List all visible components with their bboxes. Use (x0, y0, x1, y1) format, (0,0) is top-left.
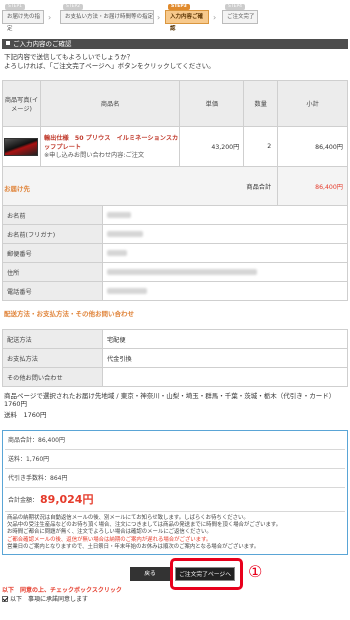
summary-cod-fee: 代引き手数料：864円 (5, 469, 345, 488)
cart-total-value: 86,400円 (277, 166, 348, 207)
agree-warning: 以下 同意の上、チェックボックスクリック (2, 587, 122, 594)
delivery-table: お名前 お名前(フリガナ) 郵便番号 住所 電話番号 (2, 205, 348, 301)
shipping-table: 配送方法 宅配便 お支払方法 代金引換 その他お問い合わせ (2, 329, 348, 387)
delivery-row: 電話番号 (2, 281, 348, 301)
step-4-number: STEP4 (225, 4, 246, 10)
product-photo-cell (2, 126, 41, 167)
shipping-label: その他お問い合わせ (2, 367, 103, 387)
summary-note: お時間ご都合に問題が無く、注文でよろしい場合は確認のメールにご返信ください。 (7, 529, 212, 536)
step-1: STEP1 お届け先の指定 (2, 4, 44, 32)
shipping-row: 配送方法 宅配便 (2, 329, 348, 349)
back-button[interactable]: 戻る (130, 567, 170, 581)
delivery-row: 郵便番号 (2, 243, 348, 263)
summary-note: ご都合確認メールの後、返信が無い場合は納期のご案内が遅れる場合がございます。 (7, 536, 212, 543)
summary-total-label: 合計金額： (8, 497, 39, 504)
delivery-row: 住所 (2, 262, 348, 282)
step-3-number: STEP3 (168, 4, 190, 10)
delivery-row: お名前(フリガナ) (2, 224, 348, 244)
delivery-value-redacted (102, 262, 348, 282)
shipping-area-note: 商品ページで選択されたお届け先地域 / 東京・神奈川・山梨・埼玉・群馬・千葉・茨… (4, 392, 336, 408)
summary-notes: 商品の納期状況は自動返信メールの後、別メールにてお知らせ致します。しばらくお待ち… (3, 512, 347, 554)
product-subtotal: 86,400円 (277, 126, 348, 167)
summary-total-value: 89,024円 (40, 493, 94, 506)
cart-total-label: 商品合計 (1, 166, 279, 207)
cart-total-row: 商品合計 86,400円 (1, 166, 348, 207)
step-arrow-icon: › (213, 13, 217, 22)
summary-shipping: 送料：1,760円 (5, 450, 345, 469)
step-3: STEP3 入力内容ご確認 (165, 4, 209, 32)
delivery-value-redacted (102, 205, 348, 225)
delivery-label: 住所 (2, 262, 103, 282)
confirm-title: ご入力内容のご確認 (13, 40, 72, 48)
step-bar: STEP1 お届け先の指定 › STEP2 お支払い方法・お届け時間等の指定 ›… (2, 2, 348, 32)
col-price: 単価 (179, 80, 245, 127)
col-subtotal: 小計 (277, 80, 348, 127)
summary-total: 合計金額： 89,024円 (5, 488, 345, 512)
shipping-value: 宅配便 (102, 329, 348, 349)
product-thumbnail[interactable] (4, 137, 39, 156)
cart-item-row: 輸出仕様 50 プリウス イルミネーションスカッフプレート ※申し込みお問い合わ… (2, 126, 348, 167)
step-4: STEP4 ご注文完了 (222, 4, 258, 24)
col-qty: 数量 (243, 80, 279, 127)
shipping-value (102, 367, 348, 387)
confirm-section-header: ご入力内容のご確認 (2, 39, 348, 49)
summary-note: 営業日のご案内となりますので、土日祭日・年末年始のお休みは順次のご案内となる場合… (7, 543, 260, 550)
step-4-label: ご注文完了 (227, 14, 255, 20)
col-photo: 商品写真(イメージ) (2, 80, 41, 127)
product-name-cell: 輸出仕様 50 プリウス イルミネーションスカッフプレート ※申し込みお問い合わ… (39, 126, 181, 167)
delivery-label: お名前(フリガナ) (2, 224, 103, 244)
shipping-label: お支払方法 (2, 348, 103, 368)
square-icon (6, 41, 10, 45)
step-2-label: お支払い方法・お届け時間等の指定 (65, 14, 154, 20)
shipping-fee-note: 送料 1760円 (4, 411, 47, 419)
shipping-label: 配送方法 (2, 329, 103, 349)
product-name[interactable]: 輸出仕様 50 プリウス イルミネーションスカッフプレート (44, 134, 179, 152)
delivery-label: お名前 (2, 205, 103, 225)
shipping-value: 代金引換 (102, 348, 348, 368)
step-arrow-icon: › (157, 13, 161, 22)
shipping-row: お支払方法 代金引換 (2, 348, 348, 368)
highlight-box (170, 558, 243, 590)
agree-checkbox[interactable] (2, 596, 8, 602)
confirm-intro-2: よろしければ、「ご注文完了ページへ」ボタンをクリックしてください。 (4, 62, 215, 70)
delivery-value-redacted (102, 243, 348, 263)
order-summary: 商品合計：86,400円 送料：1,760円 代引き手数料：864円 合計金額：… (2, 430, 348, 556)
shipping-row: その他お問い合わせ (2, 367, 348, 387)
agree-label[interactable]: 以下 事項に承諾同意します (10, 596, 88, 603)
delivery-row: お名前 (2, 205, 348, 225)
delivery-label: 郵便番号 (2, 243, 103, 263)
cart-header-row: 商品写真(イメージ) 商品名 単価 数量 小計 (2, 80, 348, 127)
confirm-intro-1: 下記内容で送信してもよろしいでしょうか？ (4, 53, 134, 61)
product-note: ※申し込みお問い合わせ内容:ご注文 (43, 151, 145, 159)
summary-subtotal: 商品合計：86,400円 (5, 431, 345, 450)
step-3-label: 入力内容ご確認 (170, 14, 204, 32)
step-marker-1: ① (248, 562, 263, 581)
delivery-value-redacted (102, 281, 348, 301)
agree-checkbox-row[interactable]: 以下 事項に承諾同意します (2, 594, 88, 603)
col-name: 商品名 (39, 80, 181, 127)
delivery-value-redacted (102, 224, 348, 244)
delivery-title: お届け先 (4, 185, 30, 193)
cart-table: 商品写真(イメージ) 商品名 単価 数量 小計 輸出仕様 50 プリウス イルミ… (1, 80, 348, 207)
step-1-label: お届け先の指定 (7, 14, 41, 32)
product-qty: 2 (243, 126, 279, 167)
shipping-title: 配送方法・お支払方法・その他お問い合わせ (4, 310, 134, 318)
step-2: STEP2 お支払い方法・お届け時間等の指定 (60, 4, 154, 24)
step-2-number: STEP2 (63, 4, 84, 10)
delivery-label: 電話番号 (2, 281, 103, 301)
step-1-number: STEP1 (5, 4, 26, 10)
product-price: 43,200円 (179, 126, 245, 167)
step-arrow-icon: › (48, 13, 52, 22)
